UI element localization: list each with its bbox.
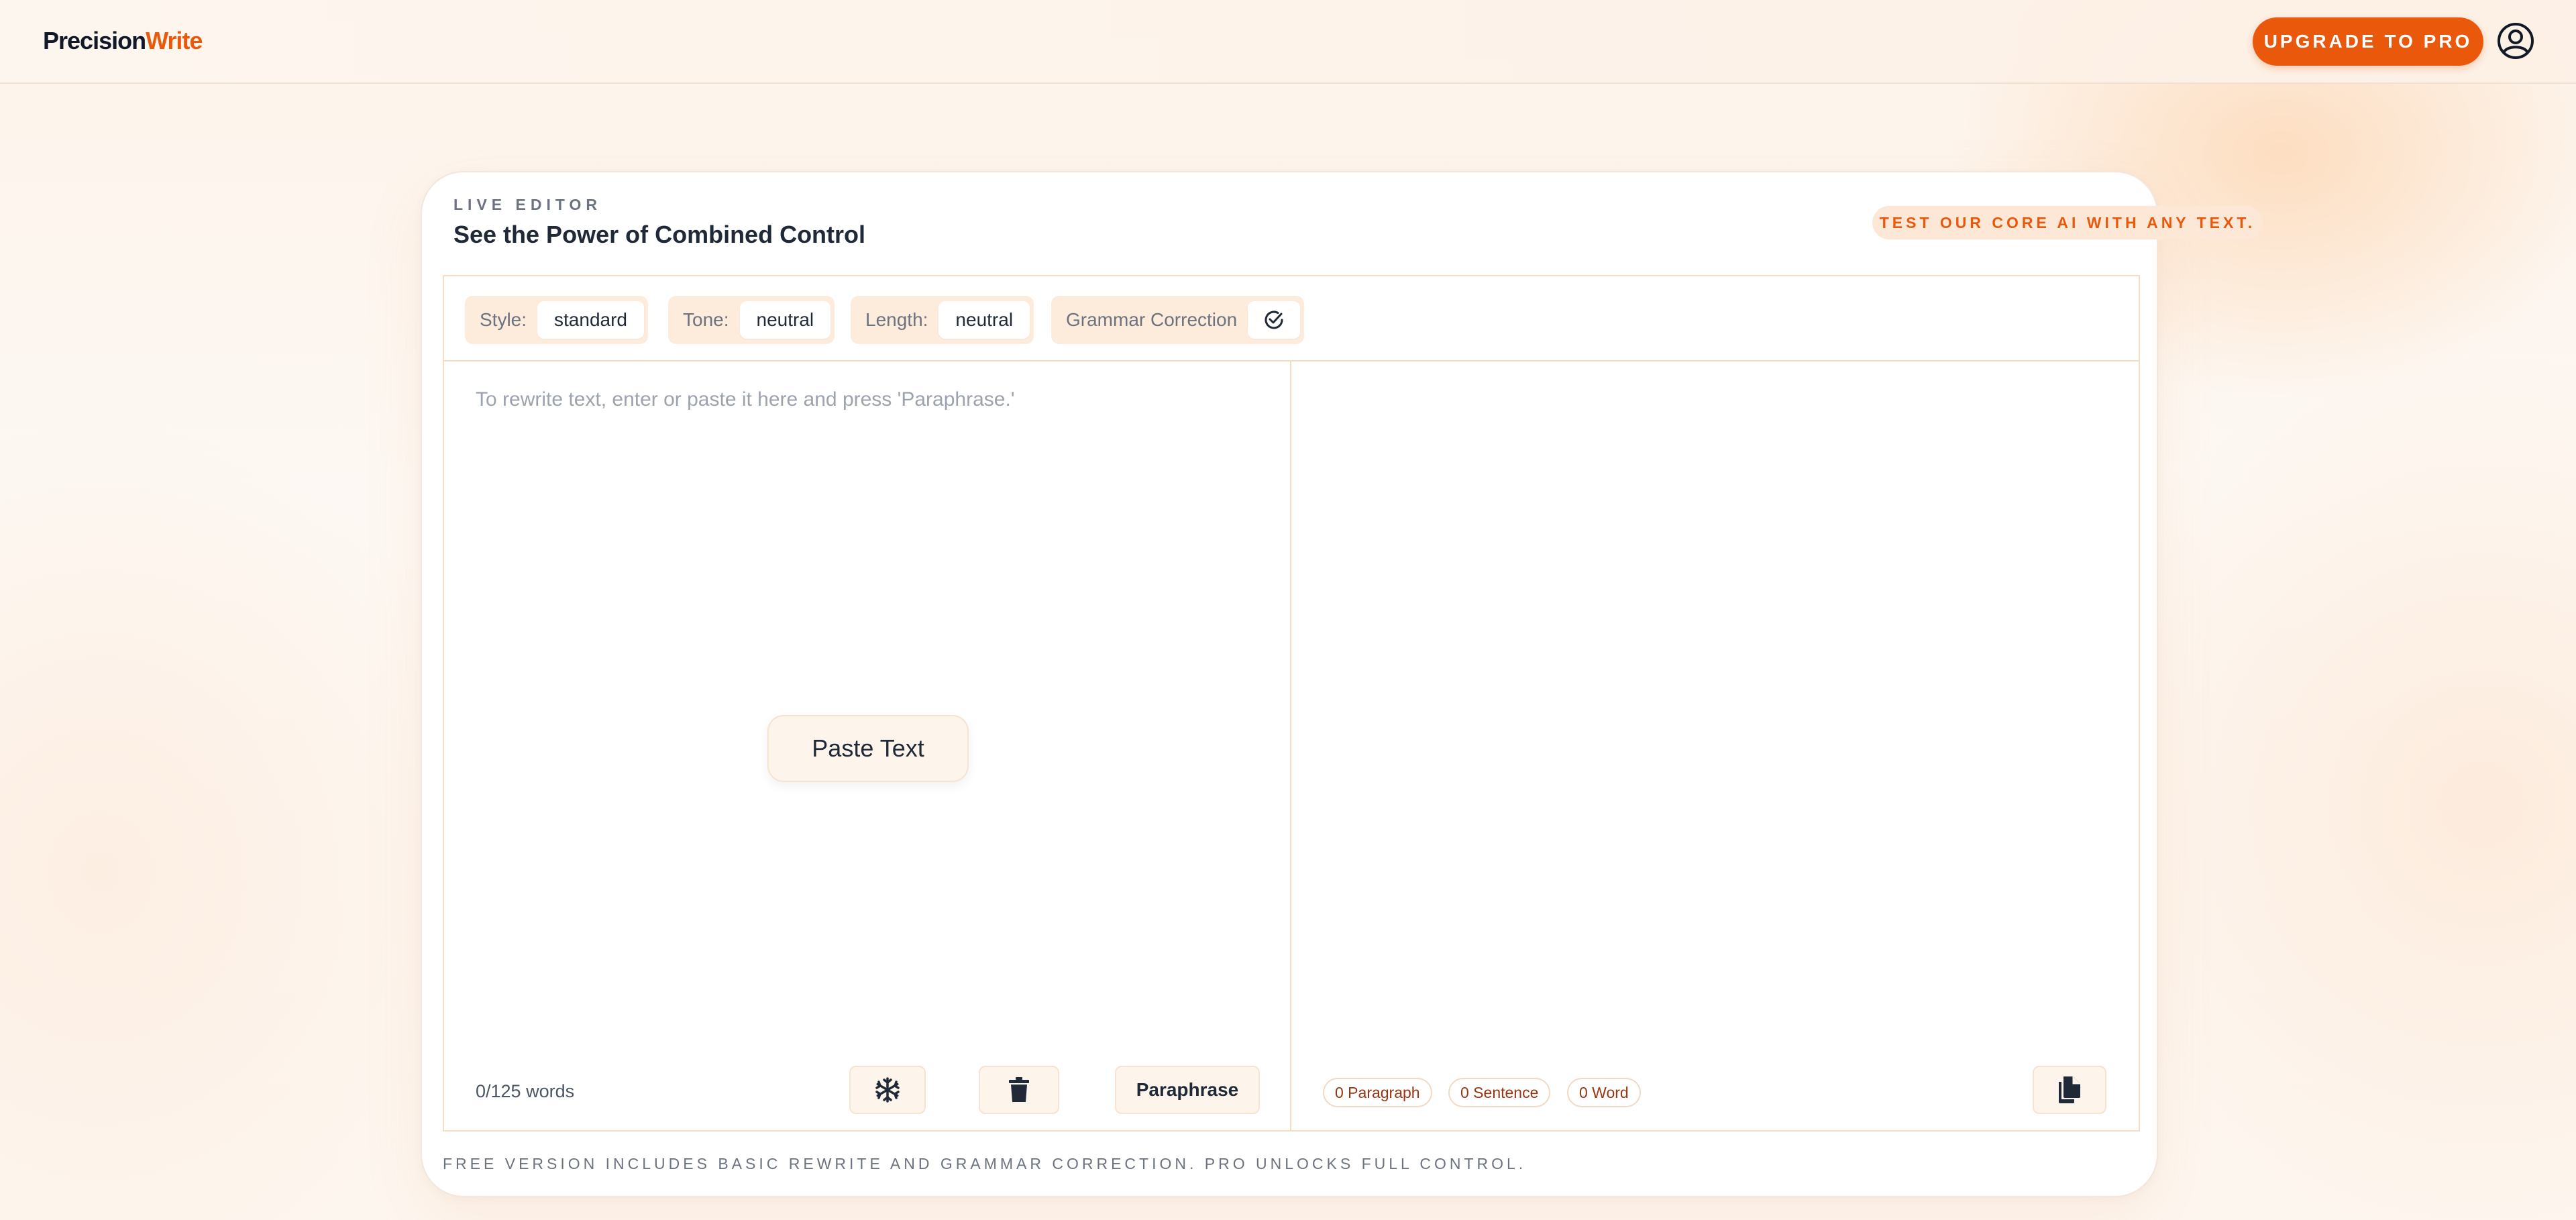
output-pane: 0 Paragraph 0 Sentence 0 Word [1291,362,2140,1131]
logo-part-precision: Precision [43,27,146,54]
paste-text-button[interactable]: Paste Text [767,715,969,782]
editor-frame: Style: standard Tone: neutral Length: ne… [443,275,2140,1131]
freeze-button[interactable] [849,1066,926,1114]
copy-button[interactable] [2033,1066,2106,1114]
style-label: Style: [480,309,527,330]
output-word-count: 0 Word [1567,1078,1641,1107]
trash-icon [1009,1077,1029,1102]
check-circle-icon [1265,311,1283,329]
length-selector[interactable]: Length: neutral [851,296,1034,344]
input-pane[interactable]: To rewrite text, enter or paste it here … [444,362,1291,1131]
footer-note: FREE VERSION INCLUDES BASIC REWRITE AND … [443,1155,1527,1172]
snowflake-icon [875,1077,900,1103]
paraphrase-button[interactable]: Paraphrase [1115,1066,1260,1114]
length-value[interactable]: neutral [938,301,1030,339]
grammar-correction-toggle[interactable]: Grammar Correction [1051,296,1305,344]
eyebrow-label: LIVE EDITOR [453,196,602,213]
tone-value[interactable]: neutral [739,301,831,339]
grammar-check-button[interactable] [1248,301,1301,339]
paragraph-count: 0 Paragraph [1323,1078,1432,1107]
sentence-count: 0 Sentence [1448,1078,1551,1107]
live-editor-card: LIVE EDITOR See the Power of Combined Co… [421,171,2263,1197]
card-title: See the Power of Combined Control [453,221,866,248]
upgrade-to-pro-button[interactable]: UPGRADE TO PRO [2253,17,2483,66]
delete-button[interactable] [979,1066,1059,1114]
tone-selector[interactable]: Tone: neutral [668,296,835,344]
style-selector[interactable]: Style: standard [465,296,648,344]
user-circle-icon[interactable] [2497,22,2534,60]
input-textarea[interactable]: To rewrite text, enter or paste it here … [476,388,1015,411]
top-header: PrecisionWrite UPGRADE TO PRO [0,0,2576,84]
logo-part-write: Write [146,27,203,54]
app-logo[interactable]: PrecisionWrite [43,27,203,55]
word-count: 0/125 words [476,1081,575,1101]
style-value[interactable]: standard [537,301,644,339]
tone-label: Tone: [683,309,729,330]
copy-icon [2059,1076,2080,1103]
editor-toolbar: Style: standard Tone: neutral Length: ne… [444,276,2139,362]
length-label: Length: [865,309,928,330]
grammar-label: Grammar Correction [1066,309,1238,330]
core-ai-badge: TEST OUR CORE AI WITH ANY TEXT. [1872,206,2263,239]
